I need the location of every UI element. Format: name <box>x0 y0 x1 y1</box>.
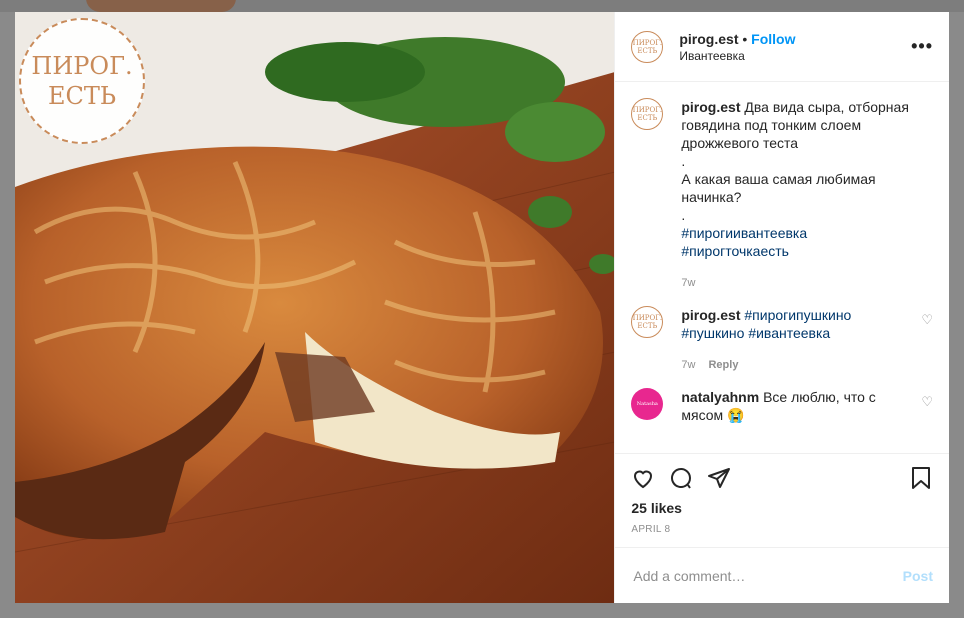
comment-body: pirog.est Два вида сыра, отборная говяди… <box>681 98 933 292</box>
comment-username[interactable]: pirog.est <box>681 99 740 115</box>
watermark-line-2: ЕСТЬ <box>47 82 117 110</box>
hashtag-link[interactable]: #ивантеевка <box>748 325 830 341</box>
avatar-text-1: Natasha <box>636 401 658 407</box>
action-icons <box>631 462 933 494</box>
post-photo[interactable]: ПИРОГ. ЕСТЬ <box>15 12 615 603</box>
share-icon[interactable] <box>707 466 731 490</box>
commenter-avatar[interactable]: Natasha <box>631 388 664 420</box>
heart-icon[interactable] <box>631 466 655 490</box>
comment-time[interactable]: 7w <box>681 277 695 289</box>
brand-watermark-logo: ПИРОГ. ЕСТЬ <box>19 18 145 144</box>
post-header: ПИРОГ. ЕСТЬ pirog.est • Follow Ивантеевк… <box>615 12 949 82</box>
avatar-text-2: ЕСТЬ <box>637 46 658 55</box>
avatar-text-1: ПИРОГ. <box>632 106 663 114</box>
reply-button[interactable]: Reply <box>708 359 738 371</box>
caption-comment: ПИРОГ. ЕСТЬ pirog.est Два вида сыра, отб… <box>631 98 933 292</box>
hashtag-link[interactable]: #пирогточкаесть <box>681 242 933 260</box>
comment-meta: 7w <box>681 274 933 292</box>
author-username[interactable]: pirog.est <box>679 31 738 47</box>
commenter-avatar[interactable]: ПИРОГ. ЕСТЬ <box>631 98 664 130</box>
comment-text-line: А какая ваша самая любимая начинка? <box>681 171 876 205</box>
avatar-text-2: ЕСТЬ <box>637 114 658 122</box>
avatar-text-1: ПИРОГ. <box>632 314 663 322</box>
post-date[interactable]: APRIL 8 <box>631 524 933 535</box>
comment-body: pirog.est #пирогипушкино #пушкино #ивант… <box>681 306 917 374</box>
comment-input[interactable] <box>631 566 903 585</box>
hashtag-link[interactable]: #пушкино <box>681 325 744 341</box>
comment-item: ПИРОГ. ЕСТЬ pirog.est #пирогипушкино #пу… <box>631 306 933 374</box>
likes-count[interactable]: 25 likes <box>631 500 933 516</box>
post-actions: 25 likes APRIL 8 <box>615 453 949 547</box>
comment-text-line: . <box>681 207 686 223</box>
header-user-line: pirog.est • Follow <box>679 31 911 47</box>
author-avatar[interactable]: ПИРОГ. ЕСТЬ <box>631 30 664 63</box>
comments-list[interactable]: ПИРОГ. ЕСТЬ pirog.est Два вида сыра, отб… <box>615 82 949 453</box>
comment-username[interactable]: natalyahnm <box>681 389 759 405</box>
header-text: pirog.est • Follow Ивантеевка <box>679 31 911 63</box>
post-sidebar: ПИРОГ. ЕСТЬ pirog.est • Follow Ивантеевк… <box>614 12 949 603</box>
watermark-line-1: ПИРОГ. <box>31 52 133 80</box>
post-comment-button[interactable]: Post <box>903 568 933 584</box>
hashtag-link[interactable]: #пирогиивантеевка <box>681 224 933 242</box>
header-separator: • <box>742 30 748 47</box>
avatar-text-2: ЕСТЬ <box>637 322 658 330</box>
more-options-icon[interactable]: ••• <box>911 36 933 57</box>
comment-icon[interactable] <box>669 466 693 490</box>
comment-item: Natasha natalyahnm Все люблю, что с мясо… <box>631 388 933 424</box>
comment-username[interactable]: pirog.est <box>681 307 740 323</box>
add-comment-bar: Post <box>615 547 949 603</box>
post-location[interactable]: Ивантеевка <box>679 49 911 63</box>
comment-meta: 7w Reply <box>681 356 917 374</box>
post-modal: ПИРОГ. ЕСТЬ ПИРОГ. ЕСТЬ pirog.est • Foll… <box>15 12 949 603</box>
commenter-avatar[interactable]: ПИРОГ. ЕСТЬ <box>631 306 664 338</box>
bookmark-icon[interactable] <box>909 466 933 490</box>
backdrop-logo-fragment <box>86 0 236 12</box>
hashtag-link[interactable]: #пирогипушкино <box>744 307 851 323</box>
avatar-text-1: ПИРОГ. <box>632 38 663 47</box>
comment-time[interactable]: 7w <box>681 359 695 371</box>
follow-button[interactable]: Follow <box>751 31 795 47</box>
small-heart-icon[interactable]: ♡ <box>917 312 933 374</box>
small-heart-icon[interactable]: ♡ <box>917 394 933 424</box>
comment-text-line: . <box>681 153 686 169</box>
comment-body: natalyahnm Все люблю, что с мясом 😭 <box>681 388 917 424</box>
